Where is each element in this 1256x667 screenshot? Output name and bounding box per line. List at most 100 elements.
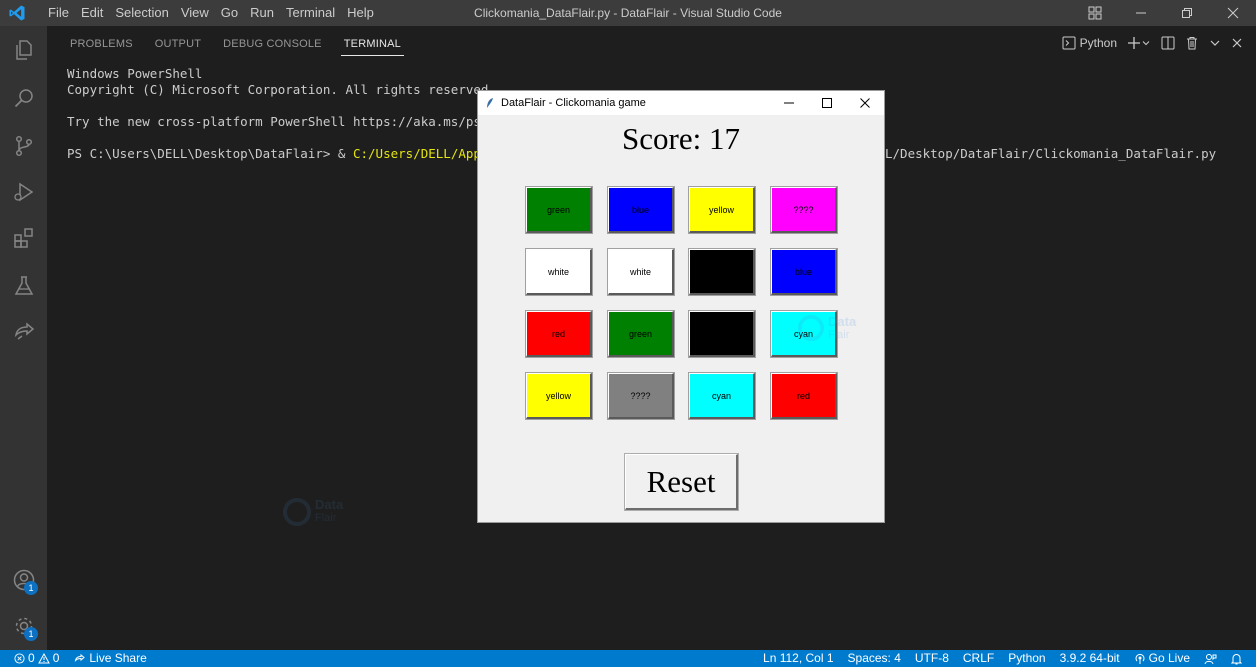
source-control-icon [15,135,32,157]
terminal-output[interactable]: Windows PowerShell Copyright (C) Microsof… [67,66,1216,162]
reset-button[interactable]: Reset [624,453,739,511]
tile-button[interactable]: green [525,186,593,234]
tile-button[interactable] [688,248,756,296]
terminal-line: PS C:\Users\DELL\Desktop\DataFlair> & C:… [67,146,1216,162]
activity-explorer[interactable] [0,30,47,70]
encoding[interactable]: UTF-8 [915,650,949,667]
live-share-status[interactable]: Live Share [73,650,147,667]
status-right: Ln 112, Col 1 Spaces: 4 UTF-8 CRLF Pytho… [763,650,1242,667]
watermark-text: Data [828,314,857,329]
chevron-down-icon [1210,40,1220,46]
menu-edit[interactable]: Edit [75,0,109,26]
watermark-text: Flair [315,512,337,524]
terminal-command-tail: L/Desktop/DataFlair/Clickomania_DataFlai… [885,146,1217,161]
go-live-label: Go Live [1148,651,1190,665]
new-terminal-button[interactable] [1124,36,1154,50]
minimize-icon [1136,12,1146,14]
tab-problems[interactable]: PROBLEMS [59,26,144,60]
python-interpreter[interactable]: 3.9.2 64-bit [1060,650,1120,667]
live-share-icon [75,653,86,662]
feedback-button[interactable] [1204,653,1217,665]
indentation[interactable]: Spaces: 4 [848,650,901,667]
minimize-button[interactable] [1118,0,1164,26]
status-left: 0 0 Live Share [14,650,147,667]
dataflair-logo-icon [798,315,824,341]
clickomania-game-window: DataFlair - Clickomania game Score: 17 g… [477,90,885,523]
live-share-icon [14,322,34,340]
tile-button[interactable] [688,310,756,358]
terminal-select[interactable]: Python [1059,36,1120,50]
menu-run[interactable]: Run [244,0,280,26]
menu-view[interactable]: View [175,0,215,26]
activity-search[interactable] [0,78,47,118]
menu-selection[interactable]: Selection [109,0,174,26]
activity-settings[interactable]: 1 [0,606,47,646]
tile-button[interactable]: cyan [688,372,756,420]
activity-extensions[interactable] [0,218,47,258]
line-ending[interactable]: CRLF [963,650,994,667]
maximize-panel-button[interactable] [1206,37,1224,49]
activity-testing[interactable] [0,266,47,306]
layout-icon [1088,6,1102,20]
terminal-line: Copyright (C) Microsoft Corporation. All… [67,82,496,97]
menu-help[interactable]: Help [341,0,380,26]
extensions-icon [13,228,33,248]
notifications-button[interactable] [1231,653,1242,665]
feather-icon [487,98,493,108]
menu-terminal[interactable]: Terminal [280,0,341,26]
terminal-icon [1062,36,1076,50]
activity-accounts[interactable]: 1 [0,560,47,600]
menu-file[interactable]: File [42,0,75,26]
activity-source-control[interactable] [0,126,47,166]
close-icon [1232,38,1242,48]
tab-terminal[interactable]: TERMINAL [333,26,412,60]
layout-toggle-button[interactable] [1072,0,1118,26]
restore-button[interactable] [1164,0,1210,26]
window-controls [1072,0,1256,26]
plus-icon [1128,37,1140,49]
kill-terminal-button[interactable] [1182,36,1202,50]
close-button[interactable] [1210,0,1256,26]
tile-button[interactable]: ???? [770,186,838,234]
terminal-line: Try the new cross-platform PowerShell ht… [67,114,496,129]
warning-icon [37,653,50,664]
restore-icon [1182,8,1192,18]
close-icon [1227,7,1239,19]
tile-button[interactable]: white [607,248,675,296]
game-minimize-button[interactable] [770,91,808,115]
menu-go[interactable]: Go [215,0,244,26]
close-panel-button[interactable] [1228,37,1246,49]
tile-button[interactable]: red [525,310,593,358]
tile-button[interactable]: blue [770,248,838,296]
game-maximize-button[interactable] [808,91,846,115]
tab-debug-console[interactable]: DEBUG CONSOLE [212,26,333,60]
bell-icon [1231,653,1242,664]
accounts-badge: 1 [24,581,38,595]
score-label: Score: 17 [622,121,740,156]
tile-button[interactable]: white [525,248,593,296]
explorer-icon [15,40,32,60]
split-terminal-button[interactable] [1158,36,1178,50]
language-mode[interactable]: Python [1008,650,1045,667]
dataflair-watermark: Data Flair [283,498,343,530]
terminal-line: Windows PowerShell [67,66,203,81]
dataflair-logo-icon [283,498,311,526]
cursor-position[interactable]: Ln 112, Col 1 [763,650,834,667]
testing-icon [14,276,33,295]
tile-button[interactable]: blue [607,186,675,234]
game-close-button[interactable] [846,91,884,115]
tile-button[interactable]: red [770,372,838,420]
tile-button[interactable]: ???? [607,372,675,420]
go-live-button[interactable]: Go Live [1134,650,1190,667]
activity-live-share[interactable] [0,312,47,352]
problems-status[interactable]: 0 0 [14,650,59,667]
status-bar: 0 0 Live Share Ln 112, Col 1 Spaces: 4 U… [0,650,1256,667]
activity-run-debug[interactable] [0,172,47,212]
person-feedback-icon [1204,653,1217,664]
tab-output[interactable]: OUTPUT [144,26,212,60]
panel-tabs: PROBLEMS OUTPUT DEBUG CONSOLE TERMINAL [59,26,412,60]
tile-button[interactable]: green [607,310,675,358]
run-debug-icon [13,182,33,202]
tile-button[interactable]: yellow [525,372,593,420]
tile-button[interactable]: yellow [688,186,756,234]
